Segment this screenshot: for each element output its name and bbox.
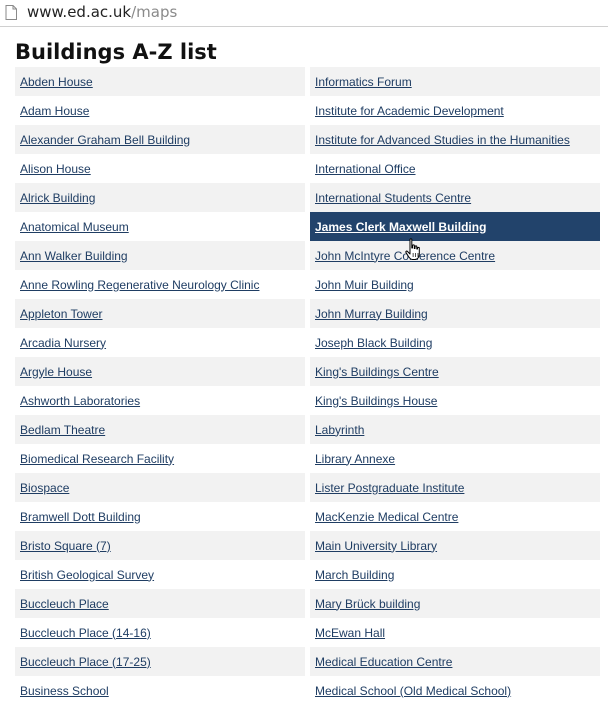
building-list-item: Bramwell Dott Building <box>15 502 305 531</box>
building-list-item: Buccleuch Place (17-25) <box>15 647 305 676</box>
building-list-item: Labyrinth <box>310 415 600 444</box>
building-link-alison-house[interactable]: Alison House <box>20 162 91 176</box>
building-list-item: King's Buildings House <box>310 386 600 415</box>
building-link-ann-walker-building[interactable]: Ann Walker Building <box>20 249 128 263</box>
building-link-international-office[interactable]: International Office <box>315 162 416 176</box>
building-list-item: British Geological Survey <box>15 560 305 589</box>
building-list-item: King's Buildings Centre <box>310 357 600 386</box>
building-list-item: Anatomical Museum <box>15 212 305 241</box>
building-list-item: Informatics Forum <box>310 67 600 96</box>
building-list-item: John Murray Building <box>310 299 600 328</box>
building-link-informatics-forum[interactable]: Informatics Forum <box>315 75 412 89</box>
url-path: /maps <box>131 3 178 21</box>
building-link-alrick-building[interactable]: Alrick Building <box>20 191 95 205</box>
building-link-march-building[interactable]: March Building <box>315 568 394 582</box>
building-list-item: Alison House <box>15 154 305 183</box>
building-link-biomedical-research-facility[interactable]: Biomedical Research Facility <box>20 452 174 466</box>
building-list-item: Alrick Building <box>15 183 305 212</box>
building-list-item: John McIntyre Conference Centre <box>310 241 600 270</box>
building-link-buccleuch-place[interactable]: Buccleuch Place <box>20 597 109 611</box>
building-link-buccleuch-place-17-25[interactable]: Buccleuch Place (17-25) <box>20 655 151 669</box>
hand-cursor-icon <box>405 238 420 260</box>
building-list-item: Ann Walker Building <box>15 241 305 270</box>
building-list-item: Buccleuch Place <box>15 589 305 618</box>
building-list-item: Alexander Graham Bell Building <box>15 125 305 154</box>
building-link-buccleuch-place-14-16[interactable]: Buccleuch Place (14-16) <box>20 626 151 640</box>
building-link-bedlam-theatre[interactable]: Bedlam Theatre <box>20 423 105 437</box>
building-link-bramwell-dott-building[interactable]: Bramwell Dott Building <box>20 510 141 524</box>
building-list-item: Institute for Academic Development <box>310 96 600 125</box>
building-link-institute-for-academic-development[interactable]: Institute for Academic Development <box>315 104 504 118</box>
building-list-item: International Students Centre <box>310 183 600 212</box>
building-link-mcewan-hall[interactable]: McEwan Hall <box>315 626 385 640</box>
building-list-item: Medical Education Centre <box>310 647 600 676</box>
building-link-library-annexe[interactable]: Library Annexe <box>315 452 395 466</box>
building-link-labyrinth[interactable]: Labyrinth <box>315 423 364 437</box>
building-list-item: Anne Rowling Regenerative Neurology Clin… <box>15 270 305 299</box>
building-list-item: Ashworth Laboratories <box>15 386 305 415</box>
url-host: www.ed.ac.uk <box>27 3 132 21</box>
building-link-mackenzie-medical-centre[interactable]: MacKenzie Medical Centre <box>315 510 458 524</box>
building-link-anatomical-museum[interactable]: Anatomical Museum <box>20 220 129 234</box>
building-list-item: Institute for Advanced Studies in the Hu… <box>310 125 600 154</box>
page-title: Buildings A-Z list <box>15 40 217 64</box>
building-link-john-murray-building[interactable]: John Murray Building <box>315 307 428 321</box>
building-link-argyle-house[interactable]: Argyle House <box>20 365 92 379</box>
building-link-medical-school-old-medical-school[interactable]: Medical School (Old Medical School) <box>315 684 511 698</box>
building-link-biospace[interactable]: Biospace <box>20 481 69 495</box>
building-link-ashworth-laboratories[interactable]: Ashworth Laboratories <box>20 394 140 408</box>
building-link-joseph-black-building[interactable]: Joseph Black Building <box>315 336 432 350</box>
building-list-item: Mary Brück building <box>310 589 600 618</box>
address-bar[interactable]: www.ed.ac.uk/maps <box>0 0 608 27</box>
building-link-adam-house[interactable]: Adam House <box>20 104 89 118</box>
building-list-item: Medical School (Old Medical School) <box>310 676 600 705</box>
building-link-james-clerk-maxwell-building[interactable]: James Clerk Maxwell Building <box>315 220 486 234</box>
building-link-alexander-graham-bell-building[interactable]: Alexander Graham Bell Building <box>20 133 190 147</box>
building-link-medical-education-centre[interactable]: Medical Education Centre <box>315 655 452 669</box>
building-link-abden-house[interactable]: Abden House <box>20 75 93 89</box>
building-link-appleton-tower[interactable]: Appleton Tower <box>20 307 103 321</box>
building-list-item: Joseph Black Building <box>310 328 600 357</box>
building-list-item: Arcadia Nursery <box>15 328 305 357</box>
building-link-main-university-library[interactable]: Main University Library <box>315 539 437 553</box>
building-link-mary-br-ck-building[interactable]: Mary Brück building <box>315 597 420 611</box>
building-list-item: John Muir Building <box>310 270 600 299</box>
building-list-item: Biospace <box>15 473 305 502</box>
building-list-item: MacKenzie Medical Centre <box>310 502 600 531</box>
buildings-list-right: Informatics Forum Institute for Academic … <box>310 67 600 705</box>
building-list-item: Biomedical Research Facility <box>15 444 305 473</box>
building-link-international-students-centre[interactable]: International Students Centre <box>315 191 471 205</box>
building-list-item: Library Annexe <box>310 444 600 473</box>
building-link-bristo-square-7[interactable]: Bristo Square (7) <box>20 539 111 553</box>
building-link-british-geological-survey[interactable]: British Geological Survey <box>20 568 154 582</box>
building-link-institute-for-advanced-studies-in-the-humanities[interactable]: Institute for Advanced Studies in the Hu… <box>315 133 570 147</box>
building-list-item: Bristo Square (7) <box>15 531 305 560</box>
building-list-item: Adam House <box>15 96 305 125</box>
building-list-item: Bedlam Theatre <box>15 415 305 444</box>
building-link-king-s-buildings-house[interactable]: King's Buildings House <box>315 394 437 408</box>
building-list-item: March Building <box>310 560 600 589</box>
building-list-item: Business School <box>15 676 305 705</box>
building-link-john-muir-building[interactable]: John Muir Building <box>315 278 414 292</box>
url-text[interactable]: www.ed.ac.uk/maps <box>27 3 177 21</box>
building-list-item: Main University Library <box>310 531 600 560</box>
building-list-item: Appleton Tower <box>15 299 305 328</box>
building-link-arcadia-nursery[interactable]: Arcadia Nursery <box>20 336 106 350</box>
building-link-king-s-buildings-centre[interactable]: King's Buildings Centre <box>315 365 439 379</box>
building-link-anne-rowling-regenerative-neurology-clinic[interactable]: Anne Rowling Regenerative Neurology Clin… <box>20 278 259 292</box>
building-list-item: Buccleuch Place (14-16) <box>15 618 305 647</box>
building-list-item: McEwan Hall <box>310 618 600 647</box>
building-list-item: Lister Postgraduate Institute <box>310 473 600 502</box>
building-link-lister-postgraduate-institute[interactable]: Lister Postgraduate Institute <box>315 481 464 495</box>
page-icon <box>5 5 17 20</box>
building-list-item: James Clerk Maxwell Building <box>310 212 600 241</box>
buildings-list-left: Abden House Adam House Alexander Graham Be… <box>15 67 305 705</box>
building-list-item: Argyle House <box>15 357 305 386</box>
building-link-business-school[interactable]: Business School <box>20 684 109 698</box>
building-list-item: Abden House <box>15 67 305 96</box>
building-list-item: International Office <box>310 154 600 183</box>
